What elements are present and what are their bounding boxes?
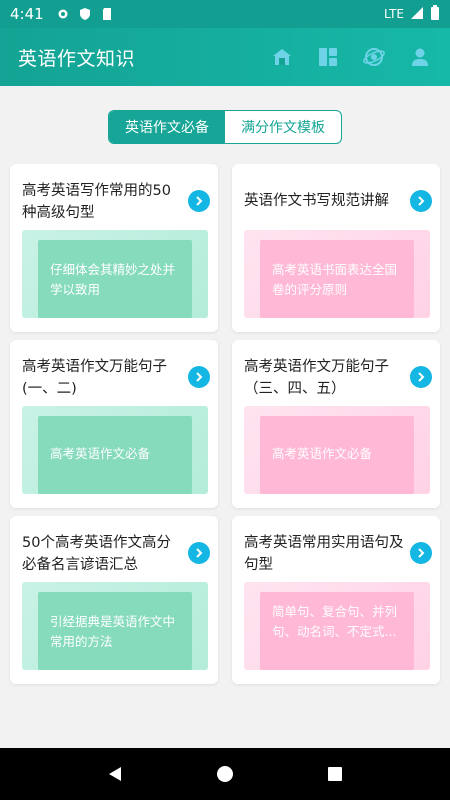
network-label: LTE (384, 7, 404, 21)
thumbnail-caption: 高考英语书面表达全国卷的评分原则 (260, 240, 414, 318)
explore-icon[interactable] (362, 45, 386, 69)
app-bar: 英语作文知识 (0, 28, 450, 86)
chevron-right-icon[interactable] (410, 366, 432, 388)
article-title: 50个高考英语作文高分必备名言谚语汇总 (22, 535, 171, 573)
home-icon[interactable] (270, 45, 294, 69)
battery-icon (430, 4, 440, 24)
article-title: 高考英语作文万能句子（三、四、五） (244, 359, 389, 397)
sd-card-icon (100, 7, 114, 21)
thumbnail-caption: 引经据典是英语作文中常用的方法 (38, 592, 192, 670)
article-title: 高考英语写作常用的50种高级句型 (22, 183, 171, 221)
chevron-right-icon[interactable] (188, 366, 210, 388)
tab-templates[interactable]: 满分作文模板 (225, 111, 341, 143)
tab-essentials[interactable]: 英语作文必备 (109, 111, 225, 143)
article-thumbnail: 高考英语作文必备 (22, 406, 208, 494)
app-actions (270, 45, 432, 69)
article-title: 高考英语常用实用语句及句型 (244, 535, 404, 573)
article-card[interactable]: 高考英语作文万能句子(一、二) 高考英语作文必备 (10, 340, 218, 508)
home-circle-icon[interactable] (213, 762, 237, 786)
article-title: 高考英语作文万能句子(一、二) (22, 359, 167, 397)
article-thumbnail: 高考英语作文必备 (244, 406, 430, 494)
article-card[interactable]: 高考英语作文万能句子（三、四、五） 高考英语作文必备 (232, 340, 440, 508)
article-card[interactable]: 英语作文书写规范讲解 高考英语书面表达全国卷的评分原则 (232, 164, 440, 332)
settings-icon (56, 7, 70, 21)
thumbnail-caption: 高考英语作文必备 (260, 416, 414, 494)
status-time: 4:41 (10, 5, 44, 23)
app-title: 英语作文知识 (18, 47, 136, 70)
chevron-right-icon[interactable] (410, 542, 432, 564)
article-thumbnail: 仔细体会其精妙之处并学以致用 (22, 230, 208, 318)
status-bar: 4:41 LTE (0, 0, 450, 28)
article-thumbnail: 简单句、复合句、并列句、动名词、不定式... (244, 582, 430, 670)
system-nav-bar (0, 748, 450, 800)
article-card[interactable]: 50个高考英语作文高分必备名言谚语汇总 引经据典是英语作文中常用的方法 (10, 516, 218, 684)
shield-icon (78, 7, 92, 21)
article-thumbnail: 引经据典是英语作文中常用的方法 (22, 582, 208, 670)
chevron-right-icon[interactable] (188, 190, 210, 212)
article-title: 英语作文书写规范讲解 (244, 193, 389, 209)
category-tabs: 英语作文必备 满分作文模板 (108, 110, 342, 144)
dashboard-icon[interactable] (316, 45, 340, 69)
main-content: 英语作文必备 满分作文模板 高考英语写作常用的50种高级句型 仔细体会其精妙之处… (0, 86, 450, 748)
chevron-right-icon[interactable] (188, 542, 210, 564)
signal-icon (410, 6, 424, 23)
article-card[interactable]: 高考英语常用实用语句及句型 简单句、复合句、并列句、动名词、不定式... (232, 516, 440, 684)
article-thumbnail: 高考英语书面表达全国卷的评分原则 (244, 230, 430, 318)
profile-icon[interactable] (408, 45, 432, 69)
thumbnail-caption: 高考英语作文必备 (38, 416, 192, 494)
thumbnail-caption: 简单句、复合句、并列句、动名词、不定式... (260, 592, 414, 670)
article-card[interactable]: 高考英语写作常用的50种高级句型 仔细体会其精妙之处并学以致用 (10, 164, 218, 332)
recents-icon[interactable] (323, 762, 347, 786)
thumbnail-caption: 仔细体会其精妙之处并学以致用 (38, 240, 192, 318)
chevron-right-icon[interactable] (410, 190, 432, 212)
back-icon[interactable] (103, 762, 127, 786)
